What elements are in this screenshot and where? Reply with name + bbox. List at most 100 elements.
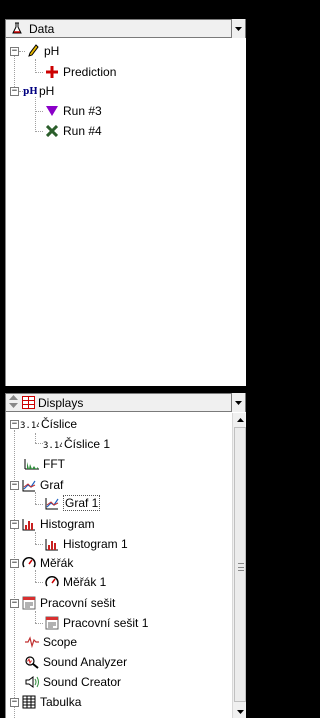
displays-tree-item-histogram[interactable]: − Histogram (10, 516, 95, 532)
tree-connector (35, 544, 43, 545)
scope-icon (24, 634, 40, 650)
tree-item-label: Číslice 1 (64, 437, 111, 451)
tree-connector (14, 430, 15, 718)
tree-connector (35, 504, 43, 505)
data-tree-item-ph-run[interactable]: − pH pH (10, 83, 54, 99)
data-panel (5, 19, 246, 386)
workbook-icon (44, 615, 60, 631)
graph-icon (44, 495, 60, 511)
displays-panel-dropdown-button[interactable] (231, 393, 245, 412)
tree-item-label: Run #3 (63, 104, 102, 118)
tree-connector (35, 97, 36, 132)
digits-icon: 3.14 (19, 416, 39, 432)
displays-tree-item-sound-analyzer[interactable]: Sound Analyzer (24, 654, 127, 670)
tree-connector (35, 59, 36, 73)
chevron-down-icon (235, 400, 242, 405)
green-x-icon (44, 123, 60, 139)
tree-connector (35, 72, 43, 73)
scroll-down-arrow[interactable] (233, 705, 247, 718)
data-tree-item-ph[interactable]: − pH (10, 43, 59, 59)
displays-tree-item-cislice[interactable]: − 3.14 Číslice (10, 416, 77, 432)
data-panel-dropdown-button[interactable] (231, 19, 245, 38)
tree-item-label: Sound Creator (43, 675, 122, 689)
tree-connector (35, 492, 36, 504)
red-cross-icon (44, 64, 60, 80)
histogram-icon (44, 536, 60, 552)
collapse-toggle[interactable]: − (10, 519, 19, 529)
tree-connector (35, 582, 43, 583)
displays-tree-item-graf[interactable]: − Graf (10, 477, 63, 493)
table-icon (21, 694, 37, 710)
data-panel-header[interactable]: Data (5, 19, 246, 38)
workbook-icon (21, 595, 37, 611)
displays-tree-item-pracovni-sesit[interactable]: − Pracovní sešit (10, 595, 115, 611)
tree-item-label: Měřák 1 (63, 575, 107, 589)
fft-icon (24, 456, 40, 472)
tree-item-label: Graf (40, 478, 64, 492)
vertical-scrollbar[interactable] (232, 413, 246, 718)
collapse-toggle[interactable]: − (10, 86, 19, 96)
displays-tree-item-scope[interactable]: Scope (24, 634, 77, 650)
svg-text:3.14: 3.14 (43, 441, 62, 449)
displays-tree-item-pracovni-sesit-1[interactable]: Pracovní sešit 1 (44, 615, 148, 631)
svg-text:pH: pH (23, 87, 37, 96)
tree-connector (35, 131, 43, 132)
tree-connector (35, 433, 36, 443)
chevron-down-icon (235, 26, 242, 31)
splitter-handle-icon[interactable] (9, 394, 18, 411)
tree-item-label: Tabulka (40, 695, 82, 709)
tree-item-label: Pracovní sešit (40, 596, 116, 610)
collapse-toggle[interactable]: − (10, 558, 19, 568)
tree-connector (35, 623, 43, 624)
data-panel-title: Data (29, 21, 55, 36)
histogram-icon (21, 516, 37, 532)
data-tree-item-run-4[interactable]: Run #4 (44, 123, 102, 139)
tree-item-label: Sound Analyzer (43, 655, 128, 669)
collapse-toggle[interactable]: − (10, 46, 19, 56)
ph-icon: pH (23, 83, 37, 99)
data-tree-item-run-3[interactable]: Run #3 (44, 103, 102, 119)
displays-tree-item-histogram-1[interactable]: Histogram 1 (44, 536, 128, 552)
displays-icon (20, 395, 36, 411)
data-tree-item-prediction[interactable]: Prediction (44, 64, 116, 80)
tree-connector (35, 570, 36, 582)
collapse-toggle[interactable]: − (10, 697, 19, 707)
collapse-toggle[interactable]: − (10, 598, 19, 608)
tree-connector (35, 611, 36, 623)
tree-item-label: Měřák (40, 556, 74, 570)
tree-item-label: Prediction (63, 65, 117, 79)
displays-tree-item-merak[interactable]: − Měřák (10, 555, 73, 571)
tree-item-label: pH (39, 84, 55, 98)
purple-triangle-icon (44, 103, 60, 119)
flask-icon (9, 21, 25, 37)
collapse-toggle[interactable]: − (10, 419, 19, 429)
tree-item-label: Histogram (40, 517, 95, 531)
displays-tree-item-fft[interactable]: FFT (24, 456, 65, 472)
tree-item-label: Histogram 1 (63, 537, 128, 551)
displays-panel-title: Displays (38, 395, 84, 410)
displays-tree-item-graf-1[interactable]: Graf 1 (44, 495, 101, 511)
displays-tree-item-merak-1[interactable]: Měřák 1 (44, 574, 106, 590)
tree-item-label: FFT (43, 457, 65, 471)
displays-panel-header[interactable]: Displays (5, 393, 246, 412)
tree-connector (35, 532, 36, 544)
tree-connector (35, 111, 43, 112)
tree-item-label: Číslice (41, 417, 78, 431)
meter-icon (21, 555, 37, 571)
tree-item-label: pH (44, 44, 60, 58)
sound-creator-icon (24, 674, 40, 690)
tree-item-label: Run #4 (63, 124, 102, 138)
displays-tree-item-tabulka[interactable]: − Tabulka (10, 694, 81, 710)
scroll-up-arrow[interactable] (233, 413, 247, 426)
tree-item-label: Graf 1 (63, 495, 101, 511)
digits-icon: 3.14 (42, 436, 62, 452)
pencil-icon (25, 43, 41, 59)
meter-icon (44, 574, 60, 590)
graph-icon (21, 477, 37, 493)
scrollbar-thumb[interactable] (234, 427, 246, 702)
collapse-toggle[interactable]: − (10, 480, 19, 490)
displays-tree-item-cislice-1[interactable]: 3.14 Číslice 1 (42, 436, 110, 452)
tree-item-label: Pracovní sešit 1 (63, 616, 149, 630)
tree-item-label: Scope (43, 635, 78, 649)
displays-tree-item-sound-creator[interactable]: Sound Creator (24, 674, 121, 690)
